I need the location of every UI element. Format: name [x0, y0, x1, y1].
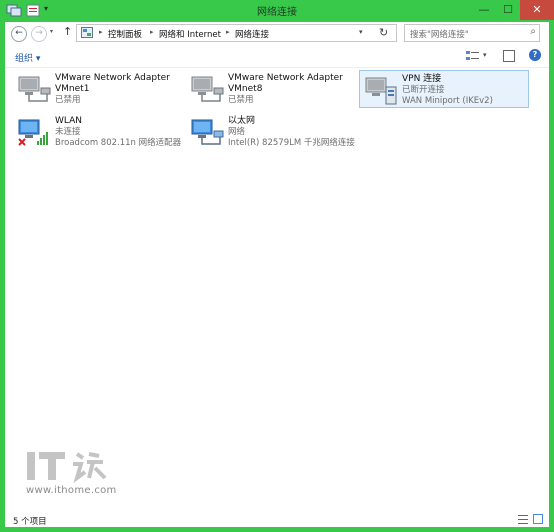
connection-status: 已禁用	[228, 95, 254, 105]
address-dropdown-icon[interactable]: ▾	[359, 28, 363, 36]
connection-name: VPN 连接	[402, 74, 442, 84]
vpn-connection-icon	[365, 77, 397, 105]
organize-button[interactable]: 组织 ▾	[15, 51, 40, 64]
connection-name: WLAN	[55, 116, 83, 126]
breadcrumb-separator-icon[interactable]: ▸	[226, 28, 230, 36]
connection-ethernet[interactable]: 以太网 网络 Intel(R) 82579LM 千兆网络连接	[186, 113, 376, 151]
connection-device: Broadcom 802.11n 网络适配器	[55, 138, 182, 148]
search-input[interactable]: 搜索"网络连接"	[410, 28, 469, 40]
connection-status: 已禁用	[55, 95, 81, 105]
details-view-icon[interactable]	[518, 515, 528, 524]
breadcrumb-control-panel[interactable]: 控制面板	[108, 28, 142, 40]
address-bar[interactable]: ▸ 控制面板 ▸ 网络和 Internet ▸ 网络连接 ▾ ↻	[76, 24, 397, 42]
connection-text: 以太网 网络 Intel(R) 82579LM 千兆网络连接	[228, 116, 355, 149]
search-box[interactable]: 搜索"网络连接" ⌕	[404, 24, 540, 42]
connection-text: VMware Network Adapter VMnet8 已禁用	[228, 73, 343, 106]
connection-name: VMware Network Adapter	[55, 73, 170, 83]
network-adapter-disabled-icon	[191, 76, 224, 102]
minimize-button[interactable]: —	[472, 0, 496, 20]
status-bar: 5 个项目	[5, 511, 549, 527]
title-bar[interactable]: ▾ 网络连接 — ☐ ✕	[0, 0, 554, 22]
connection-status: 网络	[228, 127, 246, 137]
connection-status: 已断开连接	[402, 85, 445, 95]
connection-wlan[interactable]: WLAN 未连接 Broadcom 802.11n 网络适配器	[13, 113, 181, 151]
recent-locations-dropdown-icon[interactable]: ▾	[50, 28, 53, 35]
large-icons-view-icon[interactable]	[533, 514, 543, 524]
preview-pane-icon[interactable]	[503, 50, 515, 62]
search-icon[interactable]: ⌕	[530, 26, 536, 37]
network-adapter-disabled-icon	[18, 76, 51, 102]
breadcrumb-network-internet[interactable]: 网络和 Internet	[159, 28, 221, 40]
connection-name: VMware Network Adapter	[228, 73, 343, 83]
view-dropdown-icon[interactable]: ▾	[483, 51, 487, 59]
connection-device: VMnet8	[228, 84, 263, 94]
connection-text: WLAN 未连接 Broadcom 802.11n 网络适配器	[55, 116, 181, 149]
refresh-icon[interactable]: ↻	[379, 26, 388, 39]
change-view-icon[interactable]	[466, 50, 480, 62]
forward-button[interactable]: →	[31, 26, 47, 42]
ethernet-icon	[191, 119, 224, 145]
maximize-button[interactable]: ☐	[496, 0, 520, 20]
connection-device: WAN Miniport (IKEv2)	[402, 96, 493, 106]
ithome-watermark-logo	[27, 452, 107, 484]
connection-text: VMware Network Adapter VMnet1 已禁用	[55, 73, 170, 106]
explorer-content: ← → ▾ ↑ ▸ 控制面板 ▸ 网络和 Internet ▸ 网络连接 ▾ ↻…	[5, 22, 549, 527]
window-frame: ▾ 网络连接 — ☐ ✕ ← → ▾ ↑ ▸ 控制面板 ▸ 网络和 Intern…	[0, 0, 554, 532]
breadcrumb-separator-icon[interactable]: ▸	[99, 28, 103, 36]
back-button[interactable]: ←	[11, 26, 27, 42]
control-panel-icon	[81, 27, 93, 38]
breadcrumb-network-connections[interactable]: 网络连接	[235, 28, 269, 40]
connection-device: Intel(R) 82579LM 千兆网络连接	[228, 138, 355, 148]
connection-name: 以太网	[228, 116, 256, 126]
help-icon[interactable]: ?	[529, 49, 541, 61]
wlan-disconnected-icon	[18, 119, 48, 146]
connection-vmnet1[interactable]: VMware Network Adapter VMnet1 已禁用	[13, 70, 181, 108]
close-button[interactable]: ✕	[520, 0, 554, 20]
watermark-url: www.ithome.com	[26, 485, 117, 496]
connection-status: 未连接	[55, 127, 81, 137]
command-bar: 组织 ▾ ▾ ?	[5, 47, 549, 68]
item-count: 5 个项目	[13, 517, 47, 527]
breadcrumb-separator-icon[interactable]: ▸	[150, 28, 154, 36]
connection-vpn[interactable]: VPN 连接 已断开连接 WAN Miniport (IKEv2)	[359, 70, 529, 108]
connection-text: VPN 连接 已断开连接 WAN Miniport (IKEv2)	[402, 74, 493, 107]
connection-vmnet8[interactable]: VMware Network Adapter VMnet8 已禁用	[186, 70, 354, 108]
window-title: 网络连接	[257, 7, 297, 18]
up-level-button[interactable]: ↑	[63, 25, 72, 38]
connection-device: VMnet1	[55, 84, 90, 94]
